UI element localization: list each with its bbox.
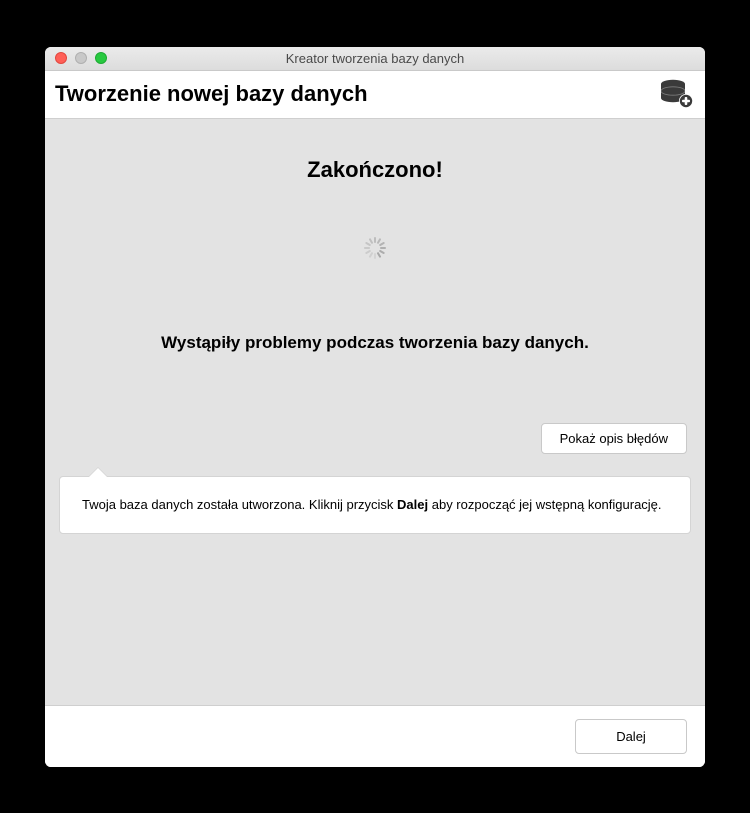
show-errors-button[interactable]: Pokaż opis błędów xyxy=(541,423,687,454)
window-title: Kreator tworzenia bazy danych xyxy=(45,51,705,66)
callout-text-prefix: Twoja baza danych została utworzona. Kli… xyxy=(82,497,397,512)
info-callout: Twoja baza danych została utworzona. Kli… xyxy=(59,476,691,534)
callout-text-bold: Dalej xyxy=(397,497,428,512)
dialog-window: Kreator tworzenia bazy danych Tworzenie … xyxy=(45,47,705,767)
spinner-icon xyxy=(364,237,386,259)
spinner-area xyxy=(59,183,691,313)
minimize-button xyxy=(75,52,87,64)
page-title: Tworzenie nowej bazy danych xyxy=(55,81,659,107)
database-add-icon xyxy=(659,79,693,109)
errors-row: Pokaż opis błędów xyxy=(59,423,691,454)
problem-message: Wystąpiły problemy podczas tworzenia baz… xyxy=(59,333,691,353)
close-button[interactable] xyxy=(55,52,67,64)
wizard-content: Zakończono! Wystąpiły problemy podczas t… xyxy=(45,119,705,705)
zoom-button[interactable] xyxy=(95,52,107,64)
wizard-header: Tworzenie nowej bazy danych xyxy=(45,71,705,119)
traffic-lights xyxy=(45,52,107,64)
titlebar: Kreator tworzenia bazy danych xyxy=(45,47,705,71)
next-button[interactable]: Dalej xyxy=(575,719,687,754)
completed-heading: Zakończono! xyxy=(59,157,691,183)
wizard-footer: Dalej xyxy=(45,705,705,767)
callout-text-suffix: aby rozpocząć jej wstępną konfigurację. xyxy=(428,497,661,512)
